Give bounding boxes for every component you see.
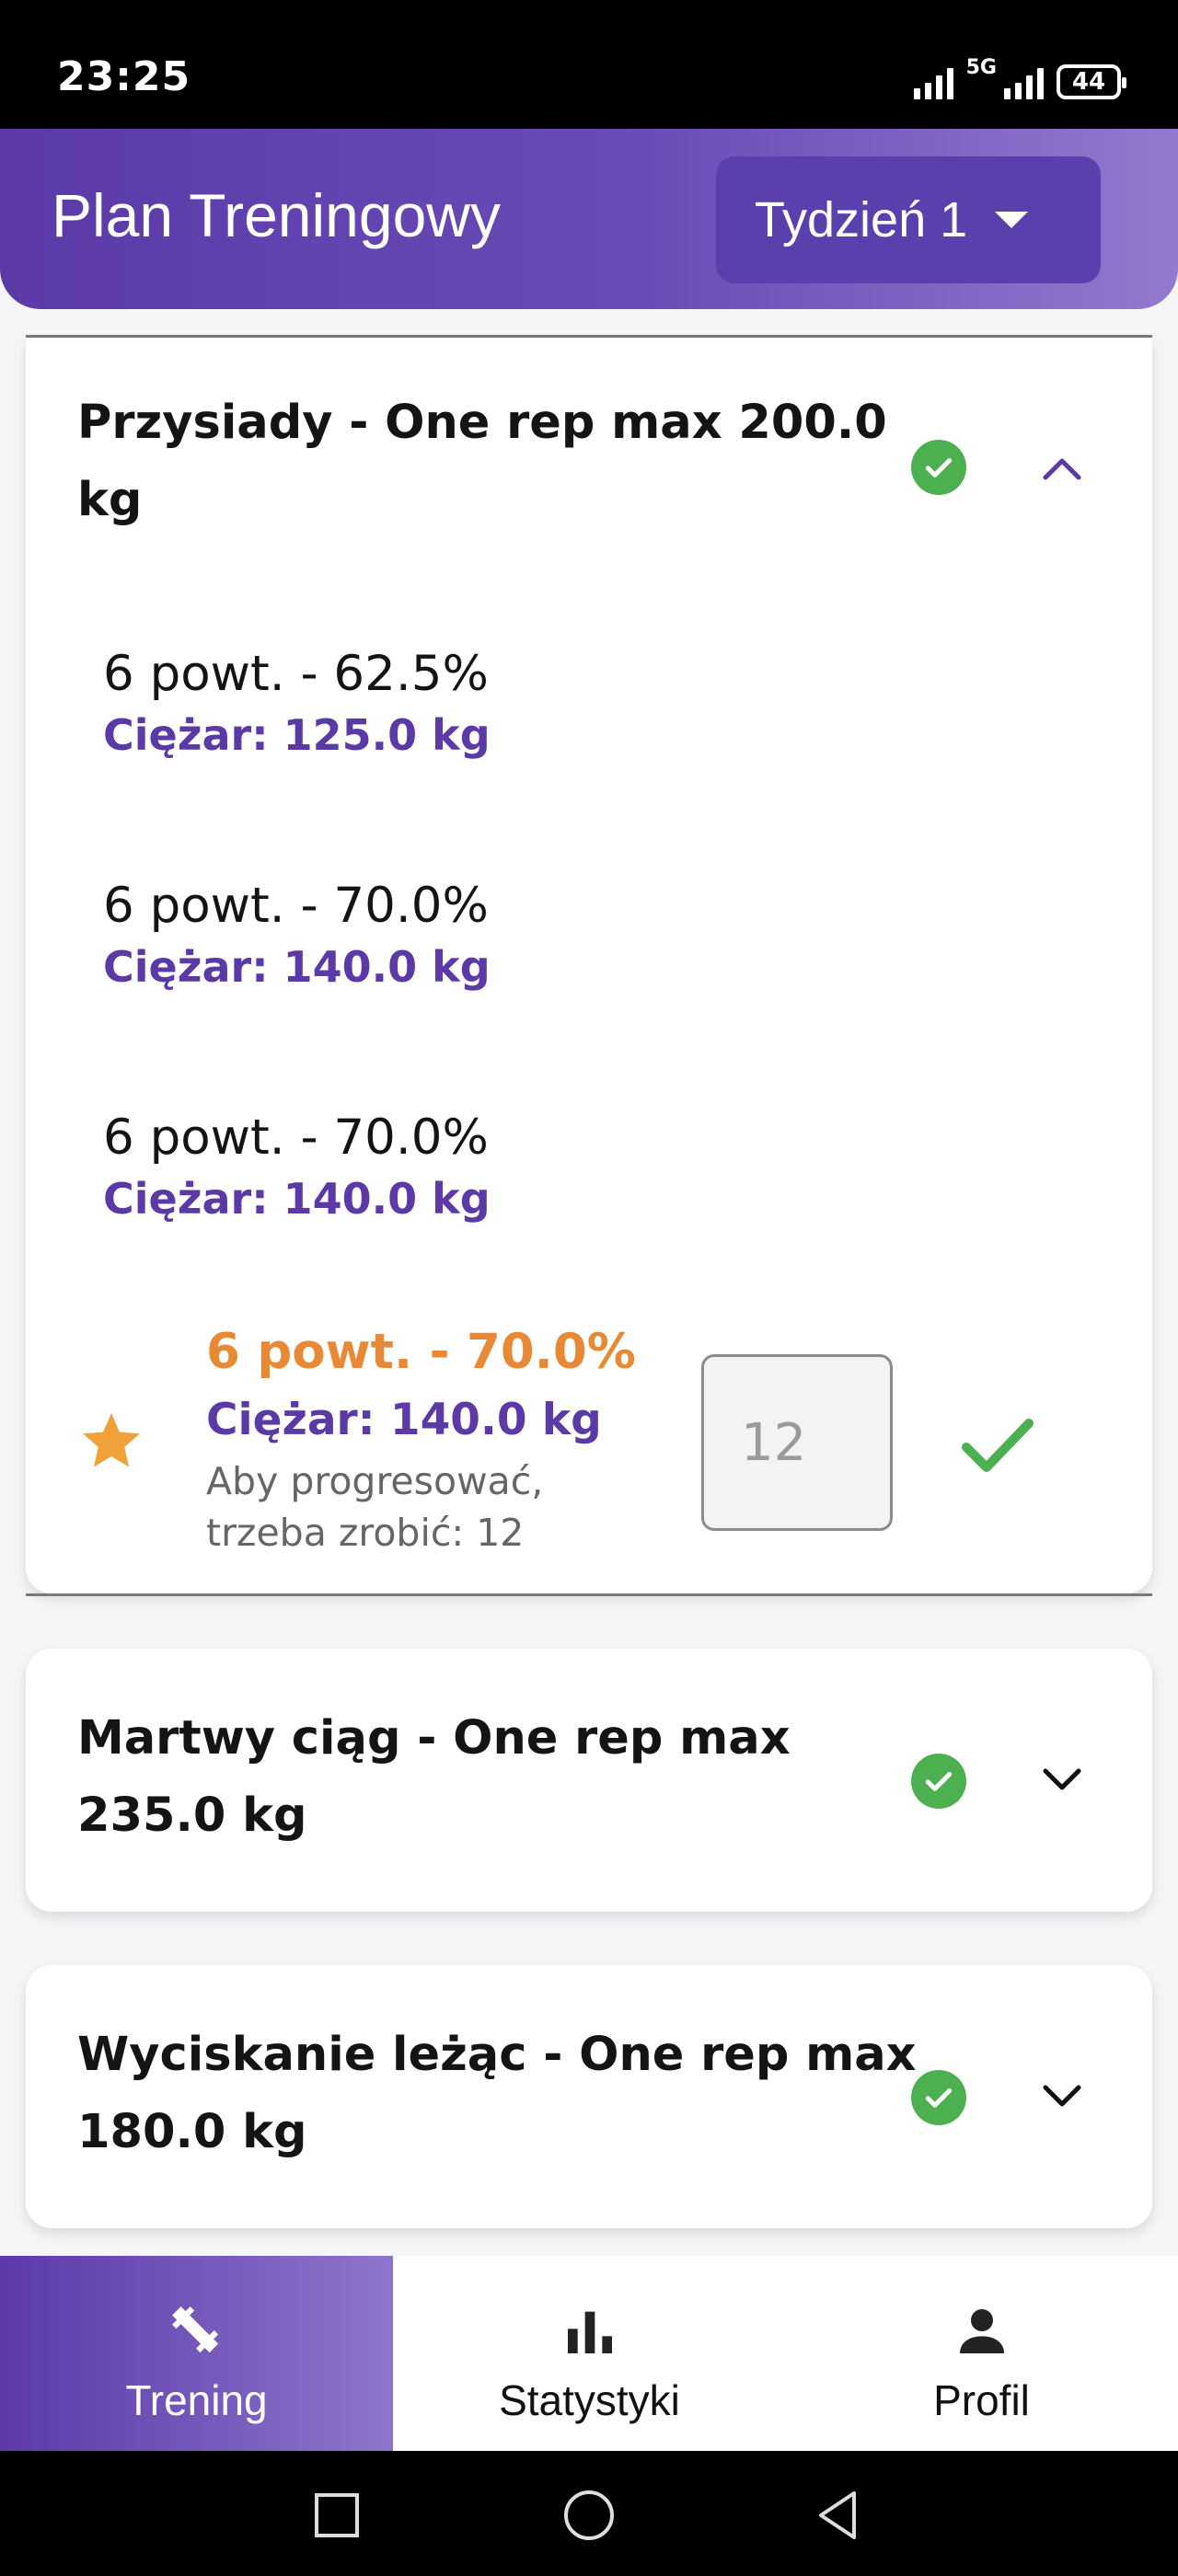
status-time: 23:25: [57, 53, 191, 100]
set-reps: 6 powt. - 70.0%: [103, 1110, 489, 1166]
bottom-navigation: Trening Statystyki Profil: [0, 2256, 1178, 2451]
reps-input[interactable]: 12: [701, 1354, 893, 1531]
week-dropdown[interactable]: Tydzień 1: [716, 156, 1101, 283]
chevron-down-icon[interactable]: [1034, 1754, 1090, 1809]
set-item: 6 powt. - 70.0% Ciężar: 140.0 kg: [103, 874, 491, 995]
completed-check-icon: [911, 440, 966, 495]
set-weight: Ciężar: 125.0 kg: [103, 710, 491, 760]
completed-check-icon: [911, 1754, 966, 1809]
bar-chart-icon: [560, 2294, 619, 2368]
current-set-reps: 6 powt. - 70.0%: [206, 1324, 636, 1380]
battery-level: 44: [1071, 68, 1106, 96]
dumbbell-icon: [162, 2294, 232, 2368]
current-set-weight: Ciężar: 140.0 kg: [206, 1395, 602, 1445]
set-reps: 6 powt. - 70.0%: [103, 878, 489, 934]
set-item: 6 powt. - 70.0% Ciężar: 140.0 kg: [103, 1106, 491, 1227]
exercise-title: Przysiady - One rep max 200.0 kg: [77, 396, 887, 527]
progression-hint: Aby progresować, trzeba zrobić: 12: [206, 1459, 544, 1555]
back-icon[interactable]: [810, 2488, 865, 2543]
app-header: Plan Treningowy Tydzień 1: [0, 129, 1178, 309]
status-icons: 5G 44: [913, 56, 1126, 99]
set-item: 6 powt. - 62.5% Ciężar: 125.0 kg: [103, 642, 491, 764]
exercise-title: Wyciskanie leżąc - One rep max 180.0 kg: [77, 2028, 917, 2159]
battery-icon: 44: [1057, 64, 1126, 99]
reps-input-placeholder: 12: [741, 1412, 807, 1473]
divider-top: [26, 335, 1152, 338]
signal-icon: [913, 64, 953, 99]
set-reps: 6 powt. - 62.5%: [103, 646, 489, 702]
signal-icon-2: [1004, 64, 1044, 99]
exercise-card-deadlift[interactable]: Martwy ciąg - One rep max 235.0 kg: [26, 1649, 1152, 1912]
nav-label: Trening: [125, 2376, 268, 2424]
chevron-down-icon[interactable]: [1034, 2070, 1090, 2125]
network-type-label: 5G: [965, 56, 997, 79]
current-set: 6 powt. - 70.0% Ciężar: 140.0 kg Aby pro…: [77, 1316, 1126, 1566]
exercise-card-bench[interactable]: Wyciskanie leżąc - One rep max 180.0 kg: [26, 1965, 1152, 2228]
set-weight: Ciężar: 140.0 kg: [103, 1174, 491, 1224]
nav-label: Profil: [933, 2376, 1030, 2424]
nav-label: Statystyki: [499, 2376, 680, 2424]
set-weight: Ciężar: 140.0 kg: [103, 942, 491, 992]
status-bar: 23:25 5G 44: [0, 0, 1178, 129]
confirm-check-icon[interactable]: [961, 1413, 1034, 1478]
completed-check-icon: [911, 2070, 966, 2125]
week-dropdown-value: Tydzień 1: [755, 192, 968, 247]
nav-statystyki[interactable]: Statystyki: [393, 2256, 786, 2451]
chevron-up-icon[interactable]: [1034, 440, 1090, 495]
person-icon: [953, 2294, 1011, 2368]
divider-bottom: [26, 1593, 1152, 1596]
caret-down-icon: [995, 212, 1029, 228]
star-icon: [83, 1413, 140, 1467]
system-nav-bar: [0, 2451, 1178, 2576]
exercise-title: Martwy ciąg - One rep max 235.0 kg: [77, 1711, 791, 1843]
page-title: Plan Treningowy: [52, 181, 501, 249]
recents-icon[interactable]: [309, 2488, 364, 2543]
nav-profil[interactable]: Profil: [785, 2256, 1178, 2451]
home-icon[interactable]: [561, 2488, 617, 2543]
nav-trening[interactable]: Trening: [0, 2256, 393, 2451]
